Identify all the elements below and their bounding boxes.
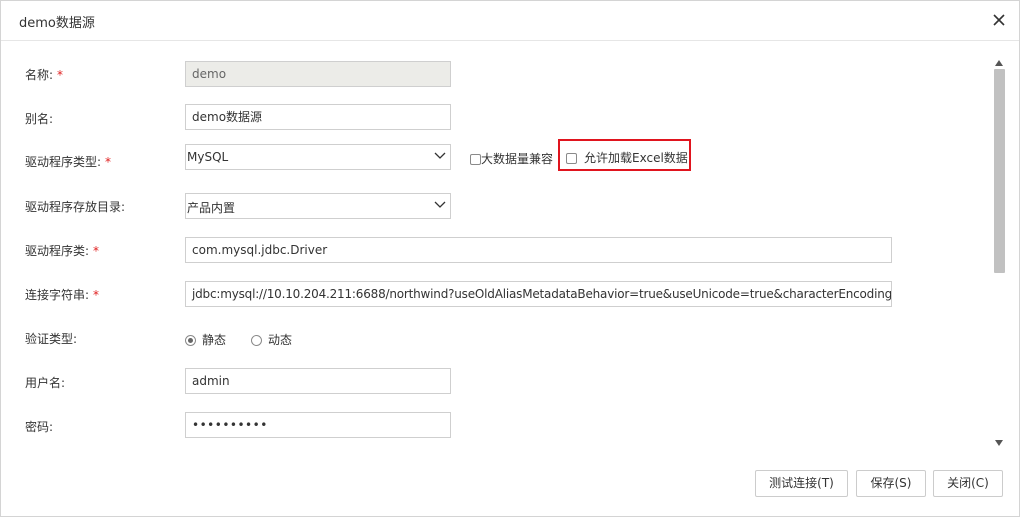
test-connection-button[interactable]: 测试连接(T): [755, 470, 848, 497]
dialog-title: demo数据源: [19, 16, 95, 31]
highlight-box: [558, 139, 691, 171]
auth-dynamic-label: 动态: [268, 333, 293, 347]
chevron-down-icon: [433, 199, 447, 211]
name-input[interactable]: demo: [185, 61, 451, 87]
name-label: 名称: *: [25, 68, 64, 82]
save-button[interactable]: 保存(S): [856, 470, 926, 497]
required-mark: *: [57, 68, 64, 82]
radio-circle[interactable]: [251, 335, 262, 346]
driver-dir-select[interactable]: 产品内置: [185, 193, 451, 219]
vertical-scrollbar[interactable]: [991, 41, 1007, 449]
required-mark: *: [93, 244, 100, 258]
form-content: 名称: * demo 别名: demo数据源 驱动程序类型: * MySQL 大数据…: [1, 41, 991, 449]
auth-type-label: 验证类型:: [25, 332, 78, 346]
big-data-compat-checkbox[interactable]: 大数据量兼容: [470, 150, 553, 167]
scrollbar-thumb[interactable]: [994, 69, 1005, 273]
scroll-up-arrow-icon[interactable]: [995, 55, 1003, 66]
close-icon-glyph: [993, 14, 1005, 26]
radio-circle[interactable]: [185, 335, 196, 346]
password-label: 密码:: [25, 420, 54, 434]
checkbox-box[interactable]: [470, 154, 481, 165]
driver-type-label: 驱动程序类型: *: [25, 155, 112, 169]
close-icon[interactable]: [989, 10, 1009, 30]
driver-type-value: MySQL: [187, 150, 229, 164]
close-button[interactable]: 关闭(C): [933, 470, 1003, 497]
driver-dir-value: 产品内置: [187, 201, 236, 215]
driver-class-input[interactable]: com.mysql.jdbc.Driver: [185, 237, 892, 263]
auth-dynamic-radio[interactable]: 动态: [251, 331, 292, 348]
connection-string-label: 连接字符串: *: [25, 288, 100, 302]
driver-dir-label: 驱动程序存放目录:: [25, 200, 126, 214]
driver-type-select[interactable]: MySQL: [185, 144, 451, 170]
driver-class-label: 驱动程序类: *: [25, 244, 100, 258]
dialog-titlebar: demo数据源: [1, 1, 1019, 41]
big-data-compat-label: 大数据量兼容: [481, 152, 554, 166]
username-input[interactable]: admin: [185, 368, 451, 394]
required-mark: *: [105, 155, 112, 169]
username-label: 用户名:: [25, 376, 66, 390]
connection-string-input[interactable]: jdbc:mysql://10.10.204.211:6688/northwin…: [185, 281, 892, 307]
alias-label: 别名:: [25, 112, 54, 126]
auth-static-radio[interactable]: 静态: [185, 331, 226, 348]
datasource-dialog: demo数据源 名称: * demo 别名: demo数据源 驱动程序类型: * M…: [0, 0, 1020, 517]
required-mark: *: [93, 288, 100, 302]
scroll-down-arrow-icon[interactable]: [995, 435, 1003, 446]
alias-input[interactable]: demo数据源: [185, 104, 451, 130]
password-input[interactable]: ••••••••••: [185, 412, 451, 438]
chevron-down-icon: [433, 150, 447, 162]
auth-static-label: 静态: [202, 333, 227, 347]
